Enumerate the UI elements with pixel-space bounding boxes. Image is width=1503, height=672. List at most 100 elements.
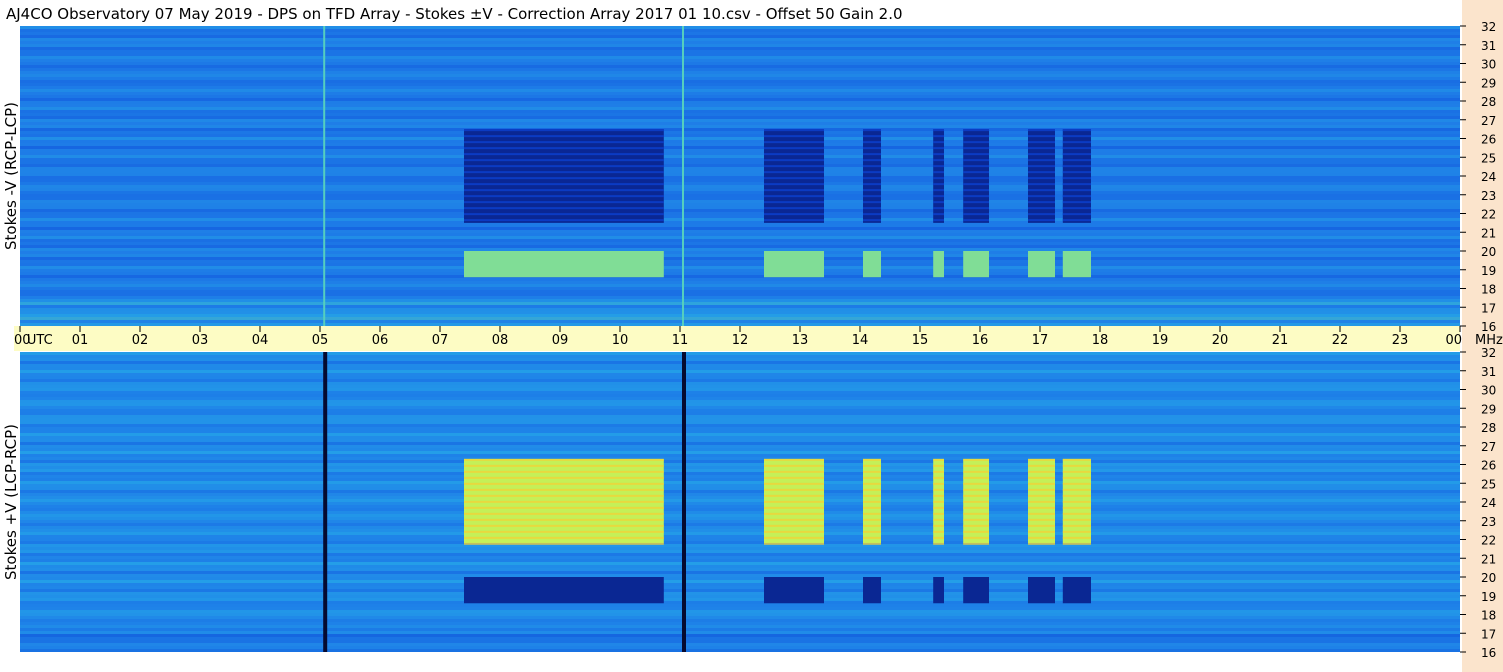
burst-stripe xyxy=(764,506,824,509)
burst-stripe xyxy=(764,458,824,461)
frequency-tick-label: 27 xyxy=(1481,440,1496,454)
frequency-stripe xyxy=(20,107,1460,110)
frequency-tick-label: 20 xyxy=(1481,571,1496,585)
burst-stripe xyxy=(933,147,944,150)
time-tick-label: 02 xyxy=(132,333,149,348)
frequency-stripe xyxy=(20,403,1460,406)
frequency-stripe xyxy=(20,80,1460,83)
burst-stripe xyxy=(1062,518,1091,521)
burst-stripe xyxy=(963,135,989,138)
frequency-tick-label: 17 xyxy=(1481,301,1496,315)
frequency-stripe xyxy=(20,541,1460,544)
burst-stripe xyxy=(1062,171,1091,174)
burst-stripe xyxy=(863,476,881,479)
frequency-stripe xyxy=(20,565,1460,568)
burst-stripe xyxy=(464,464,664,467)
frequency-stripe xyxy=(20,463,1460,466)
frequency-stripe xyxy=(20,116,1460,119)
burst-stripe xyxy=(863,207,881,210)
burst-stripe xyxy=(764,171,824,174)
burst-stripe xyxy=(1028,201,1055,204)
frequency-stripe xyxy=(20,445,1460,448)
frequency-stripe xyxy=(20,613,1460,616)
frequency-stripe xyxy=(20,221,1460,224)
frequency-stripe xyxy=(20,95,1460,98)
burst-stripe xyxy=(764,512,824,515)
frequency-tick-label: 32 xyxy=(1481,346,1496,360)
frequency-stripe xyxy=(20,559,1460,562)
burst-stripe xyxy=(1062,141,1091,144)
burst-stripe xyxy=(863,506,881,509)
frequency-stripe xyxy=(20,481,1460,484)
burst-stripe xyxy=(863,171,881,174)
burst-stripe xyxy=(933,482,944,485)
burst-stripe xyxy=(464,470,664,473)
burst-stripe xyxy=(464,195,664,198)
burst-stripe xyxy=(1062,189,1091,192)
burst-stripe xyxy=(464,189,664,192)
time-tick-label: 07 xyxy=(432,333,449,348)
burst-stripe xyxy=(963,494,989,497)
burst-stripe xyxy=(1062,536,1091,539)
burst-stripe xyxy=(933,201,944,204)
burst-stripe xyxy=(764,189,824,192)
frequency-stripe xyxy=(20,586,1460,589)
frequency-stripe xyxy=(20,367,1460,370)
frequency-stripe xyxy=(20,176,1460,179)
burst-stripe xyxy=(863,494,881,497)
burst-stripe xyxy=(1028,171,1055,174)
burst-stripe xyxy=(933,207,944,210)
time-tick-label: 00 xyxy=(1445,333,1462,348)
frequency-tick-label: 18 xyxy=(1481,609,1496,623)
burst-stripe xyxy=(963,219,989,222)
burst-stripe xyxy=(1062,470,1091,473)
frequency-stripe xyxy=(20,631,1460,634)
frequency-stripe xyxy=(20,637,1460,640)
frequency-stripe xyxy=(20,134,1460,137)
burst-stripe xyxy=(1062,464,1091,467)
frequency-stripe xyxy=(20,355,1460,358)
burst-stripe xyxy=(1028,512,1055,515)
burst-stripe xyxy=(764,153,824,156)
frequency-stripe xyxy=(20,89,1460,92)
frequency-tick-label: 30 xyxy=(1481,384,1496,398)
burst-stripe xyxy=(1028,189,1055,192)
burst-stripe xyxy=(963,153,989,156)
burst-stripe xyxy=(933,129,944,132)
burst-stripe xyxy=(464,177,664,180)
burst-stripe xyxy=(764,500,824,503)
frequency-stripe xyxy=(20,272,1460,275)
burst-stripe xyxy=(1028,207,1055,210)
burst-stripe xyxy=(933,177,944,180)
frequency-stripe xyxy=(20,376,1460,379)
frequency-tick-label: 20 xyxy=(1481,245,1496,259)
burst-stripe xyxy=(1028,213,1055,216)
burst-stripe xyxy=(1028,159,1055,162)
frequency-tick-label: 26 xyxy=(1481,133,1496,147)
burst-stripe xyxy=(963,530,989,533)
frequency-stripe xyxy=(20,56,1460,59)
frequency-stripe xyxy=(20,361,1460,364)
burst-stripe xyxy=(1062,494,1091,497)
burst-stripe xyxy=(464,488,664,491)
burst-stripe xyxy=(764,470,824,473)
burst-stripe xyxy=(764,536,824,539)
frequency-stripe xyxy=(20,149,1460,152)
frequency-stripe xyxy=(20,74,1460,77)
burst-stripe xyxy=(1028,165,1055,168)
burst-stripe xyxy=(1028,135,1055,138)
low-band xyxy=(464,251,664,278)
burst-stripe xyxy=(764,518,824,521)
frequency-stripe xyxy=(20,233,1460,236)
frequency-stripe xyxy=(20,628,1460,631)
frequency-stripe xyxy=(20,284,1460,287)
frequency-stripe xyxy=(20,589,1460,592)
burst-stripe xyxy=(863,500,881,503)
burst-stripe xyxy=(464,458,664,461)
time-tick-label: 22 xyxy=(1332,333,1349,348)
frequency-stripe xyxy=(20,245,1460,248)
burst-stripe xyxy=(1028,524,1055,527)
low-band xyxy=(963,577,989,604)
burst-stripe xyxy=(933,470,944,473)
frequency-stripe xyxy=(20,278,1460,281)
